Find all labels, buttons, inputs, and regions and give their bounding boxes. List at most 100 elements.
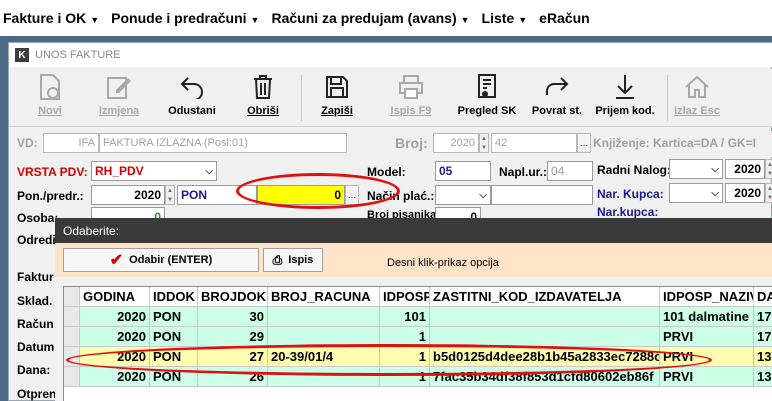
model-field[interactable]: 05 xyxy=(435,161,491,181)
pregled-sk-button[interactable]: Pregled SK xyxy=(455,73,519,123)
nacin-plac-select[interactable]: ⌵ xyxy=(435,185,491,205)
col-zki[interactable]: ZASTITNI_KOD_IZDAVATELJA xyxy=(430,287,660,307)
prijem-kod-button-label: Prijem kod. xyxy=(595,105,655,117)
row-indicator xyxy=(64,347,80,367)
new-button[interactable]: Novi xyxy=(33,73,67,123)
cell-da: 13. xyxy=(754,367,772,387)
cell-iddok: PON xyxy=(150,347,198,367)
delete-button[interactable]: Obriši xyxy=(245,73,281,123)
col-idposp[interactable]: IDPOSP xyxy=(380,287,430,307)
cell-brojdok: 27 xyxy=(198,347,268,367)
nar-kupca-spinner[interactable]: ▲ ▼ xyxy=(765,183,772,203)
col-broj-racuna[interactable]: BROJ_RACUNA xyxy=(268,287,380,307)
cell-naziv: PRVI xyxy=(660,327,754,347)
pon-year-field[interactable]: 2020 xyxy=(91,185,165,205)
dialog-title: Odaberite: xyxy=(55,218,772,243)
pregled-sk-button-label: Pregled SK xyxy=(457,105,517,117)
menu-racuni-predujam[interactable]: Računi za predujam (avans) ▼ xyxy=(271,10,469,26)
povrat-button-label: Povrat st. xyxy=(531,105,583,117)
print-label: Ispis xyxy=(288,254,314,266)
select-dialog: Odaberite: ✔ Odabir (ENTER) ⎙ Ispis Desn… xyxy=(55,218,772,401)
menu-eracun-label: eRačun xyxy=(539,10,590,26)
menu-ponude[interactable]: Ponude i predračuni ▼ xyxy=(111,10,259,26)
trash-icon xyxy=(252,73,274,101)
cell-brojdok: 29 xyxy=(198,327,268,347)
col-godina[interactable]: GODINA xyxy=(80,287,150,307)
povrat-button[interactable]: Povrat st. xyxy=(529,73,585,123)
cell-naziv: PRVI xyxy=(660,367,754,387)
toolbar-separator xyxy=(301,75,302,121)
cell-zki xyxy=(430,307,660,327)
cancel-button[interactable]: Odustani xyxy=(167,73,217,123)
table-row[interactable]: 2020 PON 26 1 7fac35b34df38f853d1cfd8060… xyxy=(64,367,772,387)
broj-year-spinner[interactable]: ▲ ▼ xyxy=(479,133,489,153)
edit-icon xyxy=(106,73,132,101)
app-logo-icon: K xyxy=(15,48,29,62)
broj-lookup-button[interactable]: … xyxy=(577,133,591,153)
print-button[interactable]: ⎙ Ispis xyxy=(263,248,323,272)
menu-racuni-label: Računi za predujam (avans) xyxy=(271,10,457,26)
table-row[interactable]: 2020 PON 30 101 101 dalmatine 17. xyxy=(64,307,772,327)
edit-button[interactable]: Izmjena xyxy=(97,73,141,123)
table-row-selected[interactable]: 2020 PON 27 20-39/01/4 1 b5d0125d4dee28b… xyxy=(64,347,772,367)
cell-broj-racuna xyxy=(268,307,380,327)
menu-eracun[interactable]: eRačun xyxy=(539,10,590,26)
print-f9-button[interactable]: Ispis F9 xyxy=(387,73,435,123)
osoba-label: Osoba: xyxy=(17,211,59,225)
pon-lookup-button[interactable]: … xyxy=(345,185,359,205)
vrsta-pdv-value: RH_PDV xyxy=(95,164,144,178)
cell-iddok: PON xyxy=(150,327,198,347)
menu-fakture[interactable]: Fakture i OK ▼ xyxy=(3,10,99,26)
col-idposp-naziv[interactable]: IDPOSP_NAZIV xyxy=(660,287,754,307)
document-type-row: VD: IFA FAKTURA IZLAZNA (Posl:01) Broj: … xyxy=(9,131,772,157)
nacin-plac-name[interactable] xyxy=(491,185,593,205)
vrsta-pdv-select[interactable]: RH_PDV ⌵ xyxy=(91,161,217,181)
pon-type-field[interactable]: PON xyxy=(177,185,257,205)
chevron-down-icon: ⌵ xyxy=(205,165,213,177)
radni-nalog-spinner[interactable]: ▲ ▼ xyxy=(765,159,772,179)
main-menubar: Fakture i OK ▼ Ponude i predračuni ▼ Račun… xyxy=(0,0,772,36)
cell-naziv: 101 dalmatine xyxy=(660,307,754,327)
pon-year-spinner[interactable]: ▲ ▼ xyxy=(165,185,175,205)
prijem-kod-button[interactable]: Prijem kod. xyxy=(593,73,657,123)
vd-name-field[interactable]: FAKTURA IZLAZNA (Posl:01) xyxy=(99,133,347,153)
cell-godina: 2020 xyxy=(80,307,150,327)
vd-label: VD: xyxy=(17,136,38,150)
vd-code-field[interactable]: IFA xyxy=(43,133,99,153)
radni-nalog-select[interactable]: ⌵ xyxy=(669,159,723,179)
radni-nalog-label: Radni Nalog: xyxy=(597,163,671,177)
pon-number-field[interactable]: 0 xyxy=(257,185,345,205)
cell-idposp: 1 xyxy=(380,367,430,387)
col-iddok[interactable]: IDDOK xyxy=(150,287,198,307)
knjizenje-status: Knjiženje: Kartica=DA / GK=I xyxy=(593,136,756,150)
cell-godina: 2020 xyxy=(80,347,150,367)
undo-arrow-icon xyxy=(179,73,205,101)
menu-liste[interactable]: Liste ▼ xyxy=(482,10,528,26)
naplur-field[interactable]: 04 xyxy=(547,161,593,181)
window-title: UNOS FAKTURE xyxy=(35,49,121,61)
menu-liste-label: Liste xyxy=(481,10,515,26)
exit-button[interactable]: Izlaz Esc xyxy=(673,73,721,123)
cell-idposp: 101 xyxy=(380,307,430,327)
row-indicator xyxy=(64,327,80,347)
pon-predr-label: Pon./predr.: xyxy=(17,189,84,203)
cell-da: 17. xyxy=(754,307,772,327)
cell-idposp: 1 xyxy=(380,327,430,347)
model-label: Model: xyxy=(367,165,406,179)
nar-kupca-select[interactable]: ⌵ xyxy=(669,183,723,203)
table-row[interactable]: 2020 PON 29 1 PRVI 17. xyxy=(64,327,772,347)
select-enter-button[interactable]: ✔ Odabir (ENTER) xyxy=(63,248,259,272)
row-indicator xyxy=(64,307,80,327)
col-da[interactable]: DA xyxy=(754,287,772,307)
nar-kupca-year[interactable]: 2020 xyxy=(725,183,765,203)
broj-year-field[interactable]: 2020 xyxy=(433,133,479,153)
save-button[interactable]: Zapiši xyxy=(319,73,355,123)
radni-nalog-year[interactable]: 2020 xyxy=(725,159,765,179)
vrsta-pdv-label: VRSTA PDV: xyxy=(17,165,88,179)
checkmark-icon: ✔ xyxy=(109,252,124,269)
new-document-icon xyxy=(38,73,62,101)
datum-label: Datum xyxy=(17,340,55,354)
col-brojdok[interactable]: BROJDOK xyxy=(198,287,268,307)
broj-field[interactable]: 42 xyxy=(491,133,577,153)
toolbar-separator xyxy=(667,75,668,121)
